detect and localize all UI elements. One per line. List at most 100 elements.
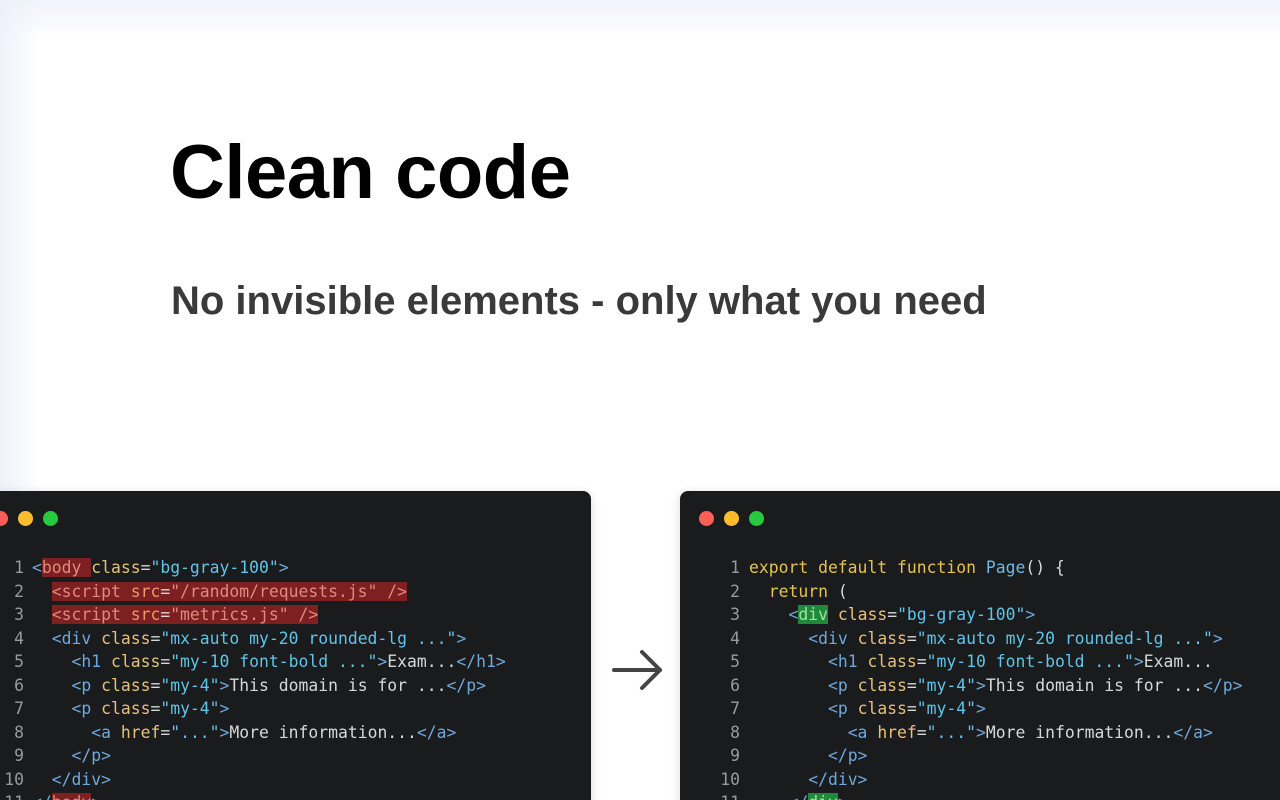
code-token: = <box>906 699 917 718</box>
code-token: class <box>101 699 151 718</box>
line-number: 9 <box>730 746 740 765</box>
code-token: href <box>120 722 161 742</box>
line-number: 7 <box>14 699 24 718</box>
code-token: body <box>41 558 82 577</box>
code-token: </div> <box>808 769 868 789</box>
after-code-window: 1 export default function Page() {2 retur… <box>680 491 1280 800</box>
added-tag-highlight: div <box>808 793 838 800</box>
code-token: > <box>91 793 101 800</box>
code-line: 9 </p> <box>716 744 1242 768</box>
line-number: 7 <box>730 699 740 718</box>
code-token: class <box>857 628 907 648</box>
code-token: class <box>857 699 907 718</box>
code-token: class <box>110 652 161 671</box>
line-number: 2 <box>730 581 740 601</box>
code-token: "bg-gray-100" <box>150 558 279 577</box>
code-line: 2 <script src="/random/requests.js" /> <box>0 580 506 604</box>
code-token: > <box>976 722 986 742</box>
code-line: 7 <p class="my-4"> <box>0 697 506 721</box>
minimize-dot-icon <box>18 511 33 526</box>
maximize-dot-icon <box>749 511 764 526</box>
line-number: 11 <box>0 791 24 800</box>
added-tag-highlight: div <box>798 605 828 624</box>
code-token: <p <box>827 699 848 718</box>
code-token: > <box>278 558 289 577</box>
code-token: <script <box>51 581 121 601</box>
code-token: src <box>130 581 161 601</box>
code-line: 3 <script src="metrics.js" /> <box>0 603 506 627</box>
code-token: "my-4" <box>160 675 220 695</box>
code-token: </ <box>788 793 808 800</box>
code-token: < <box>788 605 799 624</box>
code-token: <p <box>71 675 92 695</box>
code-token: <p <box>827 675 848 695</box>
code-token: src <box>130 605 161 624</box>
code-token: <h1 <box>71 652 102 671</box>
code-line: 6 <p class="my-4">This domain is for ...… <box>0 674 506 698</box>
code-token: = <box>160 581 171 601</box>
window-controls <box>699 511 764 526</box>
before-code-window: 1 <body class="bg-gray-100"> 2 <script src… <box>0 491 591 800</box>
code-token: "my-10 font-bold ..." <box>170 652 378 671</box>
maximize-dot-icon <box>43 511 58 526</box>
removed-tag-highlight: body <box>41 558 92 577</box>
code-token: ( <box>827 581 848 601</box>
code-token: Page <box>985 558 1026 577</box>
code-line: 6 <p class="my-4">This domain is for ...… <box>716 674 1242 698</box>
line-number: 10 <box>720 769 740 789</box>
line-number: 6 <box>730 675 740 695</box>
code-token: </div> <box>51 769 111 789</box>
code-token: <p <box>71 699 92 718</box>
code-token: "/random/requests.js" <box>170 581 378 601</box>
code-token: > <box>219 699 230 718</box>
code-token: = <box>916 722 927 742</box>
code-token: class <box>101 675 151 695</box>
line-number: 2 <box>14 581 24 601</box>
code-token: <script <box>51 605 121 624</box>
line-number: 3 <box>14 605 24 624</box>
code-token: </p> <box>827 746 868 765</box>
code-token: "..." <box>170 722 220 742</box>
code-token: > <box>838 793 848 800</box>
code-token: "my-4" <box>916 675 977 695</box>
code-line: 7 <p class="my-4"> <box>716 697 1242 721</box>
code-token: "bg-gray-100" <box>897 605 1026 624</box>
code-token: </ <box>32 793 52 800</box>
code-line: 8 <a href="...">More information...</a> <box>716 721 1242 745</box>
code-line: 1 <body class="bg-gray-100"> <box>0 556 506 580</box>
code-token: class <box>857 675 907 695</box>
line-number: 4 <box>14 628 24 648</box>
code-token: "my-4" <box>916 699 977 718</box>
code-token: export default function <box>749 558 986 577</box>
before-code-block: 1 <body class="bg-gray-100"> 2 <script src… <box>0 556 506 800</box>
window-controls <box>0 511 58 526</box>
code-token: "mx-auto my-20 rounded-lg ..." <box>160 628 457 648</box>
code-token: = <box>160 722 171 742</box>
code-token: More information... <box>985 722 1174 742</box>
code-line: 5 <h1 class="my-10 font-bold ...">Exam..… <box>0 650 506 674</box>
code-token: "metrics.js" <box>170 605 289 624</box>
code-token: "my-4" <box>160 699 220 718</box>
removed-line-highlight: <script src="metrics.js" /> <box>51 605 319 624</box>
line-number: 5 <box>730 652 740 671</box>
code-token: </h1> <box>456 652 506 671</box>
line-number: 4 <box>730 628 740 648</box>
code-token: > <box>219 722 230 742</box>
line-number: 3 <box>730 605 740 624</box>
code-token: body <box>52 793 91 800</box>
code-token: > <box>1212 628 1223 648</box>
code-token: = <box>150 699 161 718</box>
